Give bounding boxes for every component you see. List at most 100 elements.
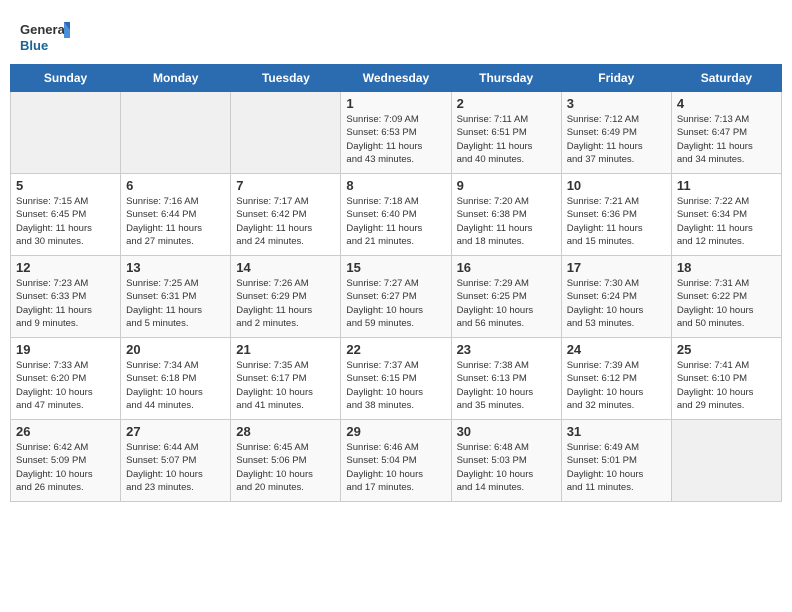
day-number: 18 [677,260,776,275]
day-info: Sunrise: 7:38 AM Sunset: 6:13 PM Dayligh… [457,359,556,412]
day-number: 2 [457,96,556,111]
day-info: Sunrise: 7:18 AM Sunset: 6:40 PM Dayligh… [346,195,445,248]
day-info: Sunrise: 7:22 AM Sunset: 6:34 PM Dayligh… [677,195,776,248]
calendar-day-22: 22Sunrise: 7:37 AM Sunset: 6:15 PM Dayli… [341,338,451,420]
day-number: 19 [16,342,115,357]
calendar-empty-cell [231,92,341,174]
day-info: Sunrise: 7:34 AM Sunset: 6:18 PM Dayligh… [126,359,225,412]
calendar-day-16: 16 Sunrise: 7:29 AM Sunset: 6:25 PM Dayli… [451,256,561,338]
day-info: Sunrise: 7:13 AM Sunset: 6:47 PM Dayligh… [677,113,776,166]
calendar-day-2: 2Sunrise: 7:11 AM Sunset: 6:51 PM Daylig… [451,92,561,174]
calendar-header-row: SundayMondayTuesdayWednesdayThursdayFrid… [11,65,782,92]
day-number: 7 [236,178,335,193]
day-number: 11 [677,178,776,193]
day-number: 9 [457,178,556,193]
day-number: 28 [236,424,335,439]
day-info: Sunrise: 7:17 AM Sunset: 6:42 PM Dayligh… [236,195,335,248]
calendar-day-30: 30 Sunrise: 6:48 AM Sunset: 5:03 PM Dayli… [451,420,561,502]
calendar-day-18: 18 Sunrise: 7:31 AM Sunset: 6:22 PM Dayli… [671,256,781,338]
calendar-day-21: 21 Sunrise: 7:35 AM Sunset: 6:17 PM Dayli… [231,338,341,420]
day-info: Sunrise: 7:12 AM Sunset: 6:49 PM Dayligh… [567,113,666,166]
calendar-day-17: 17 Sunrise: 7:30 AM Sunset: 6:24 PM Dayli… [561,256,671,338]
day-info: Sunrise: 7:23 AM Sunset: 6:33 PM Dayligh… [16,277,115,330]
day-info: Sunrise: 6:49 AM Sunset: 5:01 PM Dayligh… [567,441,666,494]
column-header-sunday: Sunday [11,65,121,92]
calendar-day-13: 13Sunrise: 7:25 AM Sunset: 6:31 PM Dayli… [121,256,231,338]
calendar-day-28: 28 Sunrise: 6:45 AM Sunset: 5:06 PM Dayli… [231,420,341,502]
calendar-week-row: 12 Sunrise: 7:23 AM Sunset: 6:33 PM Dayli… [11,256,782,338]
day-number: 31 [567,424,666,439]
day-number: 8 [346,178,445,193]
calendar-week-row: 5 Sunrise: 7:15 AM Sunset: 6:45 PM Daylig… [11,174,782,256]
day-number: 21 [236,342,335,357]
calendar-day-4: 4 Sunrise: 7:13 AM Sunset: 6:47 PM Daylig… [671,92,781,174]
day-info: Sunrise: 7:29 AM Sunset: 6:25 PM Dayligh… [457,277,556,330]
calendar-day-11: 11 Sunrise: 7:22 AM Sunset: 6:34 PM Dayli… [671,174,781,256]
day-info: Sunrise: 7:37 AM Sunset: 6:15 PM Dayligh… [346,359,445,412]
day-info: Sunrise: 7:33 AM Sunset: 6:20 PM Dayligh… [16,359,115,412]
day-info: Sunrise: 7:27 AM Sunset: 6:27 PM Dayligh… [346,277,445,330]
calendar-empty-cell [11,92,121,174]
day-info: Sunrise: 7:30 AM Sunset: 6:24 PM Dayligh… [567,277,666,330]
svg-text:Blue: Blue [20,38,48,53]
calendar-day-24: 24 Sunrise: 7:39 AM Sunset: 6:12 PM Dayli… [561,338,671,420]
day-info: Sunrise: 7:21 AM Sunset: 6:36 PM Dayligh… [567,195,666,248]
calendar-day-23: 23 Sunrise: 7:38 AM Sunset: 6:13 PM Dayli… [451,338,561,420]
day-number: 27 [126,424,225,439]
day-number: 23 [457,342,556,357]
day-number: 30 [457,424,556,439]
calendar-day-19: 19 Sunrise: 7:33 AM Sunset: 6:20 PM Dayli… [11,338,121,420]
day-number: 25 [677,342,776,357]
calendar-day-9: 9Sunrise: 7:20 AM Sunset: 6:38 PM Daylig… [451,174,561,256]
day-number: 20 [126,342,225,357]
logo-svg: General Blue [20,18,70,58]
day-number: 29 [346,424,445,439]
calendar-day-5: 5 Sunrise: 7:15 AM Sunset: 6:45 PM Daylig… [11,174,121,256]
day-info: Sunrise: 7:41 AM Sunset: 6:10 PM Dayligh… [677,359,776,412]
day-number: 16 [457,260,556,275]
calendar-day-7: 7 Sunrise: 7:17 AM Sunset: 6:42 PM Daylig… [231,174,341,256]
day-number: 24 [567,342,666,357]
day-number: 26 [16,424,115,439]
day-number: 4 [677,96,776,111]
calendar-week-row: 19 Sunrise: 7:33 AM Sunset: 6:20 PM Dayli… [11,338,782,420]
day-number: 15 [346,260,445,275]
column-header-thursday: Thursday [451,65,561,92]
day-number: 1 [346,96,445,111]
column-header-tuesday: Tuesday [231,65,341,92]
day-info: Sunrise: 7:26 AM Sunset: 6:29 PM Dayligh… [236,277,335,330]
calendar-empty-cell [121,92,231,174]
header: General Blue [10,10,782,64]
calendar-day-8: 8 Sunrise: 7:18 AM Sunset: 6:40 PM Daylig… [341,174,451,256]
day-number: 12 [16,260,115,275]
day-info: Sunrise: 6:48 AM Sunset: 5:03 PM Dayligh… [457,441,556,494]
day-info: Sunrise: 6:44 AM Sunset: 5:07 PM Dayligh… [126,441,225,494]
column-header-wednesday: Wednesday [341,65,451,92]
calendar-day-25: 25 Sunrise: 7:41 AM Sunset: 6:10 PM Dayli… [671,338,781,420]
day-info: Sunrise: 7:39 AM Sunset: 6:12 PM Dayligh… [567,359,666,412]
column-header-saturday: Saturday [671,65,781,92]
calendar-day-1: 1 Sunrise: 7:09 AM Sunset: 6:53 PM Daylig… [341,92,451,174]
day-info: Sunrise: 6:42 AM Sunset: 5:09 PM Dayligh… [16,441,115,494]
day-number: 14 [236,260,335,275]
day-info: Sunrise: 7:09 AM Sunset: 6:53 PM Dayligh… [346,113,445,166]
day-info: Sunrise: 7:16 AM Sunset: 6:44 PM Dayligh… [126,195,225,248]
day-number: 6 [126,178,225,193]
calendar-empty-cell [671,420,781,502]
day-number: 5 [16,178,115,193]
day-info: Sunrise: 6:45 AM Sunset: 5:06 PM Dayligh… [236,441,335,494]
day-info: Sunrise: 7:31 AM Sunset: 6:22 PM Dayligh… [677,277,776,330]
calendar-day-27: 27 Sunrise: 6:44 AM Sunset: 5:07 PM Dayli… [121,420,231,502]
calendar-day-15: 15 Sunrise: 7:27 AM Sunset: 6:27 PM Dayli… [341,256,451,338]
day-info: Sunrise: 7:15 AM Sunset: 6:45 PM Dayligh… [16,195,115,248]
column-header-friday: Friday [561,65,671,92]
day-info: Sunrise: 6:46 AM Sunset: 5:04 PM Dayligh… [346,441,445,494]
calendar-day-20: 20 Sunrise: 7:34 AM Sunset: 6:18 PM Dayli… [121,338,231,420]
day-number: 10 [567,178,666,193]
day-info: Sunrise: 7:35 AM Sunset: 6:17 PM Dayligh… [236,359,335,412]
calendar-week-row: 1 Sunrise: 7:09 AM Sunset: 6:53 PM Daylig… [11,92,782,174]
column-header-monday: Monday [121,65,231,92]
day-number: 13 [126,260,225,275]
calendar-day-29: 29 Sunrise: 6:46 AM Sunset: 5:04 PM Dayli… [341,420,451,502]
day-number: 17 [567,260,666,275]
